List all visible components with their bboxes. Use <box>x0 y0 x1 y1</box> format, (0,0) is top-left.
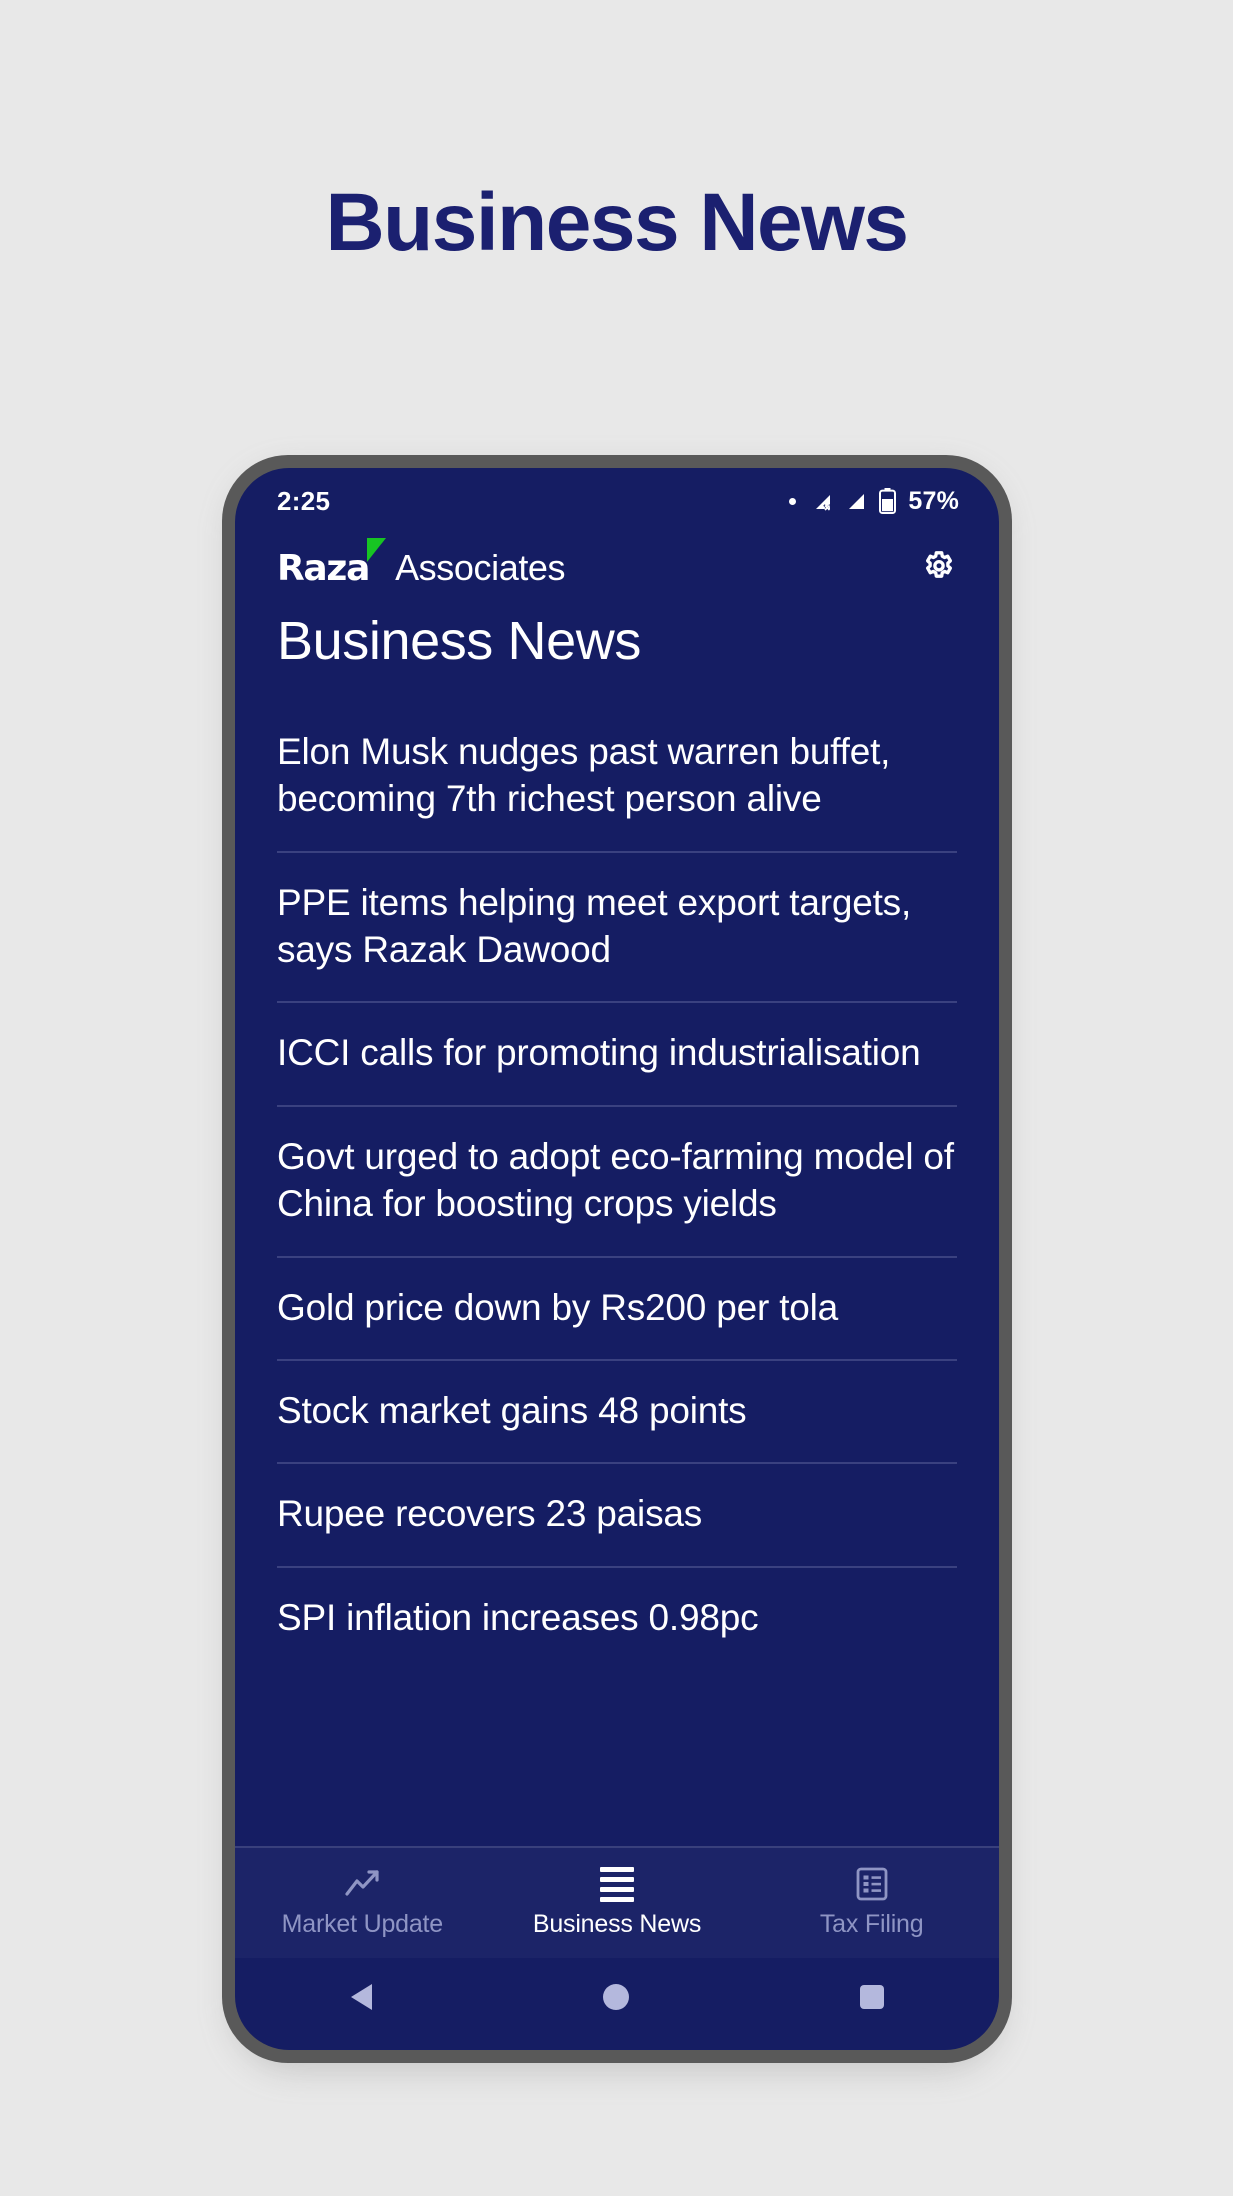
app-page-title: Business News <box>277 611 641 671</box>
dot-icon <box>789 497 797 505</box>
signal-no-service-icon <box>816 495 832 512</box>
brand-mark: Raza <box>277 538 387 589</box>
gear-icon <box>925 551 953 578</box>
tab-business-news[interactable]: Business News <box>490 1866 745 1939</box>
list-lines-icon <box>600 1866 634 1902</box>
battery-percent: 57% <box>908 486 959 515</box>
news-item[interactable]: ICCI calls for promoting industrialisati… <box>277 1003 957 1107</box>
brand-flag-icon <box>367 538 387 562</box>
news-list[interactable]: Elon Musk nudges past warren buffet, bec… <box>235 702 999 1846</box>
android-nav-bar <box>235 1958 999 2050</box>
phone-screen: 2:25 57% Raza Associates Business News E… <box>235 468 999 2050</box>
trending-up-icon <box>344 1867 380 1901</box>
news-item[interactable]: SPI inflation increases 0.98pc <box>277 1568 957 1669</box>
status-time: 2:25 <box>277 485 331 516</box>
news-item[interactable]: Govt urged to adopt eco-farming model of… <box>277 1107 957 1258</box>
brand-name-associates: Associates <box>395 547 566 588</box>
tab-label: Market Update <box>281 1910 444 1938</box>
tab-label: Tax Filing <box>819 1910 924 1938</box>
status-bar: 2:25 57% <box>235 468 999 530</box>
battery-icon <box>879 488 897 514</box>
news-item[interactable]: PPE items helping meet export targets, s… <box>277 853 957 1004</box>
document-list-icon <box>856 1867 888 1901</box>
page-title: Business News <box>325 177 909 268</box>
triangle-back-icon[interactable] <box>350 1984 372 2010</box>
brand-logo: Raza Associates <box>277 538 566 589</box>
app-bar: Raza Associates <box>235 530 999 606</box>
news-item[interactable]: Elon Musk nudges past warren buffet, bec… <box>277 702 957 853</box>
square-recents-icon[interactable] <box>859 1985 884 2009</box>
news-item[interactable]: Rupee recovers 23 paisas <box>277 1464 957 1568</box>
circle-home-icon[interactable] <box>602 1984 629 2010</box>
news-item[interactable]: Gold price down by Rs200 per tola <box>277 1258 957 1361</box>
tab-label: Business News <box>532 1910 702 1938</box>
news-item[interactable]: Stock market gains 48 points <box>277 1361 957 1465</box>
bottom-tab-bar: Market Update Business News Tax Filing <box>235 1846 999 1958</box>
tab-market-update[interactable]: Market Update <box>235 1867 490 1939</box>
status-icons: 57% <box>789 487 959 516</box>
brand-name-raza: Raza <box>277 548 370 589</box>
tab-tax-filing[interactable]: Tax Filing <box>744 1867 999 1939</box>
phone-frame: 2:25 57% Raza Associates Business News E… <box>222 455 1012 2063</box>
settings-button[interactable] <box>917 546 961 590</box>
signal-icon <box>849 494 865 509</box>
